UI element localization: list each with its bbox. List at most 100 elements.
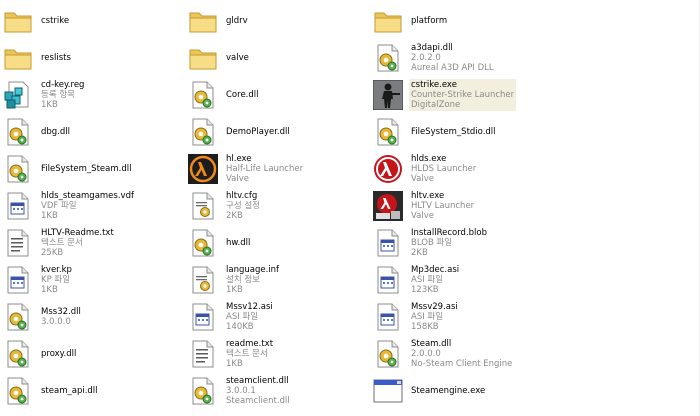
file-item-cd-key-reg[interactable]: cd-key.reg 등록 항목 1KB <box>0 76 185 113</box>
file-type-or-version: ASI 파일 <box>411 311 444 322</box>
generic-file-icon <box>373 264 403 296</box>
file-name: DemoPlayer.dll <box>226 126 290 137</box>
file-type-or-version: Half-Life Launcher <box>226 163 304 174</box>
file-type-or-version: 텍스트 문서 <box>41 237 83 248</box>
file-item-a3dapi-dll[interactable]: a3dapi.dll 2.0.2.0 Aureal A3D API DLL <box>370 39 700 76</box>
file-size-or-company: 140KB <box>226 321 254 332</box>
file-name: gldrv <box>226 15 248 26</box>
file-info: reslists <box>39 52 73 64</box>
file-name: hlds.exe <box>411 153 447 164</box>
generic-file-icon <box>373 227 403 259</box>
file-info: proxy.dll <box>39 348 78 360</box>
registry-cubes-icon <box>3 79 33 111</box>
file-name: steam_api.dll <box>41 385 98 396</box>
file-item-platform[interactable]: platform <box>370 2 700 39</box>
folder-icon <box>188 5 218 37</box>
file-item-steam-api-dll[interactable]: steam_api.dll <box>0 372 185 409</box>
file-item-mssv12-asi[interactable]: Mssv12.asi ASI 파일 140KB <box>185 298 370 335</box>
file-name: cstrike.exe <box>411 79 457 90</box>
file-item-demoplayer-dll[interactable]: DemoPlayer.dll <box>185 113 370 150</box>
folder-icon <box>3 42 33 74</box>
file-item-cstrike-exe[interactable]: cstrike.exe Counter-Strike Launcher Digita… <box>370 76 700 113</box>
file-item-dbg-dll[interactable]: dbg.dll <box>0 113 185 150</box>
file-info: FileSystem_Stdio.dll <box>409 126 498 138</box>
file-item-mp3dec-asi[interactable]: Mp3dec.asi ASI 파일 123KB <box>370 261 700 298</box>
file-item-cstrike[interactable]: cstrike <box>0 2 185 39</box>
file-item-hlds-steamgames-vdf[interactable]: hlds_steamgames.vdf VDF 파일 1KB <box>0 187 185 224</box>
dll-gear-icon <box>373 42 403 74</box>
generic-file-icon <box>188 301 218 333</box>
file-info: Mp3dec.asi ASI 파일 123KB <box>409 264 461 296</box>
file-info: HLTV-Readme.txt 텍스트 문서 25KB <box>39 227 116 259</box>
file-item-kver-kp[interactable]: kver.kp KP 파일 1KB <box>0 261 185 298</box>
dll-gear-icon <box>188 116 218 148</box>
file-item-language-inf[interactable]: language.inf 설치 정보 1KB <box>185 261 370 298</box>
file-item-hlds-exe[interactable]: hlds.exe HLDS Launcher Valve <box>370 150 700 187</box>
file-size-or-company: Valve <box>411 210 434 221</box>
file-type-or-version: BLOB 파일 <box>411 237 453 248</box>
text-document-icon <box>3 227 33 259</box>
file-item-steamclient-dll[interactable]: steamclient.dll 3.0.0.1 Steamclient.dll <box>185 372 370 409</box>
dll-gear-icon <box>373 116 403 148</box>
file-name: Mss32.dll <box>41 306 81 317</box>
file-type-or-version: ASI 파일 <box>411 274 444 285</box>
generic-file-icon <box>3 264 33 296</box>
file-info: DemoPlayer.dll <box>224 126 292 138</box>
file-item-mssv29-asi[interactable]: Mssv29.asi ASI 파일 158KB <box>370 298 700 335</box>
file-info: cd-key.reg 등록 항목 1KB <box>39 79 86 111</box>
file-name: Mp3dec.asi <box>411 264 460 275</box>
file-item-filesystem-stdio-dll[interactable]: FileSystem_Stdio.dll <box>370 113 700 150</box>
file-size-or-company: DigitalZone <box>411 99 461 110</box>
file-item-hltv-cfg[interactable]: hltv.cfg 구성 설정 2KB <box>185 187 370 224</box>
file-info: FileSystem_Steam.dll <box>39 163 133 175</box>
file-item-core-dll[interactable]: Core.dll <box>185 76 370 113</box>
file-type-or-version: 설치 정보 <box>226 274 260 285</box>
file-info: hltv.exe HLTV Launcher Valve <box>409 190 476 222</box>
half-life-icon <box>188 153 218 185</box>
config-file-icon <box>188 190 218 222</box>
generic-file-icon <box>373 301 403 333</box>
file-name: hltv.exe <box>411 190 445 201</box>
file-item-valve[interactable]: valve <box>185 39 370 76</box>
file-size-or-company: Aureal A3D API DLL <box>411 62 494 73</box>
file-item-mss32-dll[interactable]: Mss32.dll 3.0.0.0 <box>0 298 185 335</box>
dll-gear-icon <box>3 375 33 407</box>
file-name: hl.exe <box>226 153 252 164</box>
dll-gear-icon <box>3 116 33 148</box>
file-item-hl-exe[interactable]: hl.exe Half-Life Launcher Valve <box>185 150 370 187</box>
file-item-steam-dll[interactable]: Steam.dll 2.0.0.0 No-Steam Client Engine <box>370 335 700 372</box>
file-item-gldrv[interactable]: gldrv <box>185 2 370 39</box>
file-name: Mssv12.asi <box>226 301 273 312</box>
file-item-steamengine-exe[interactable]: Steamengine.exe <box>370 372 700 409</box>
file-info: hlds_steamgames.vdf VDF 파일 1KB <box>39 190 136 222</box>
file-name: cstrike <box>41 15 70 26</box>
file-item-installrecord-blob[interactable]: InstallRecord.blob BLOB 파일 2KB <box>370 224 700 261</box>
file-type-or-version: 등록 항목 <box>41 89 75 100</box>
file-name: FileSystem_Stdio.dll <box>411 126 496 137</box>
file-type-or-version: Counter-Strike Launcher <box>411 89 515 100</box>
dll-gear-icon <box>3 338 33 370</box>
file-item-proxy-dll[interactable]: proxy.dll <box>0 335 185 372</box>
file-item-reslists[interactable]: reslists <box>0 39 185 76</box>
file-info: Mssv12.asi ASI 파일 140KB <box>224 301 275 333</box>
file-item-hltv-exe[interactable]: hltv.exe HLTV Launcher Valve <box>370 187 700 224</box>
file-name: hw.dll <box>226 237 251 248</box>
hltv-icon <box>373 190 403 222</box>
file-name: platform <box>411 15 448 26</box>
file-name: Steamengine.exe <box>411 385 486 396</box>
file-item-hltv-readme-txt[interactable]: HLTV-Readme.txt 텍스트 문서 25KB <box>0 224 185 261</box>
file-info: a3dapi.dll 2.0.2.0 Aureal A3D API DLL <box>409 42 496 74</box>
file-name: InstallRecord.blob <box>411 227 488 238</box>
file-item-hw-dll[interactable]: hw.dll <box>185 224 370 261</box>
file-name: proxy.dll <box>41 348 77 359</box>
file-name: hlds_steamgames.vdf <box>41 190 134 201</box>
file-item-filesystem-steam-dll[interactable]: FileSystem_Steam.dll <box>0 150 185 187</box>
file-name: kver.kp <box>41 264 72 275</box>
dll-gear-icon <box>373 338 403 370</box>
file-size-or-company: 1KB <box>226 284 243 295</box>
file-item-readme-txt[interactable]: readme.txt 텍스트 문서 1KB <box>185 335 370 372</box>
file-size-or-company: No-Steam Client Engine <box>411 358 513 369</box>
dll-gear-icon <box>188 227 218 259</box>
file-info: hltv.cfg 구성 설정 2KB <box>224 190 262 222</box>
file-info: dbg.dll <box>39 126 72 138</box>
